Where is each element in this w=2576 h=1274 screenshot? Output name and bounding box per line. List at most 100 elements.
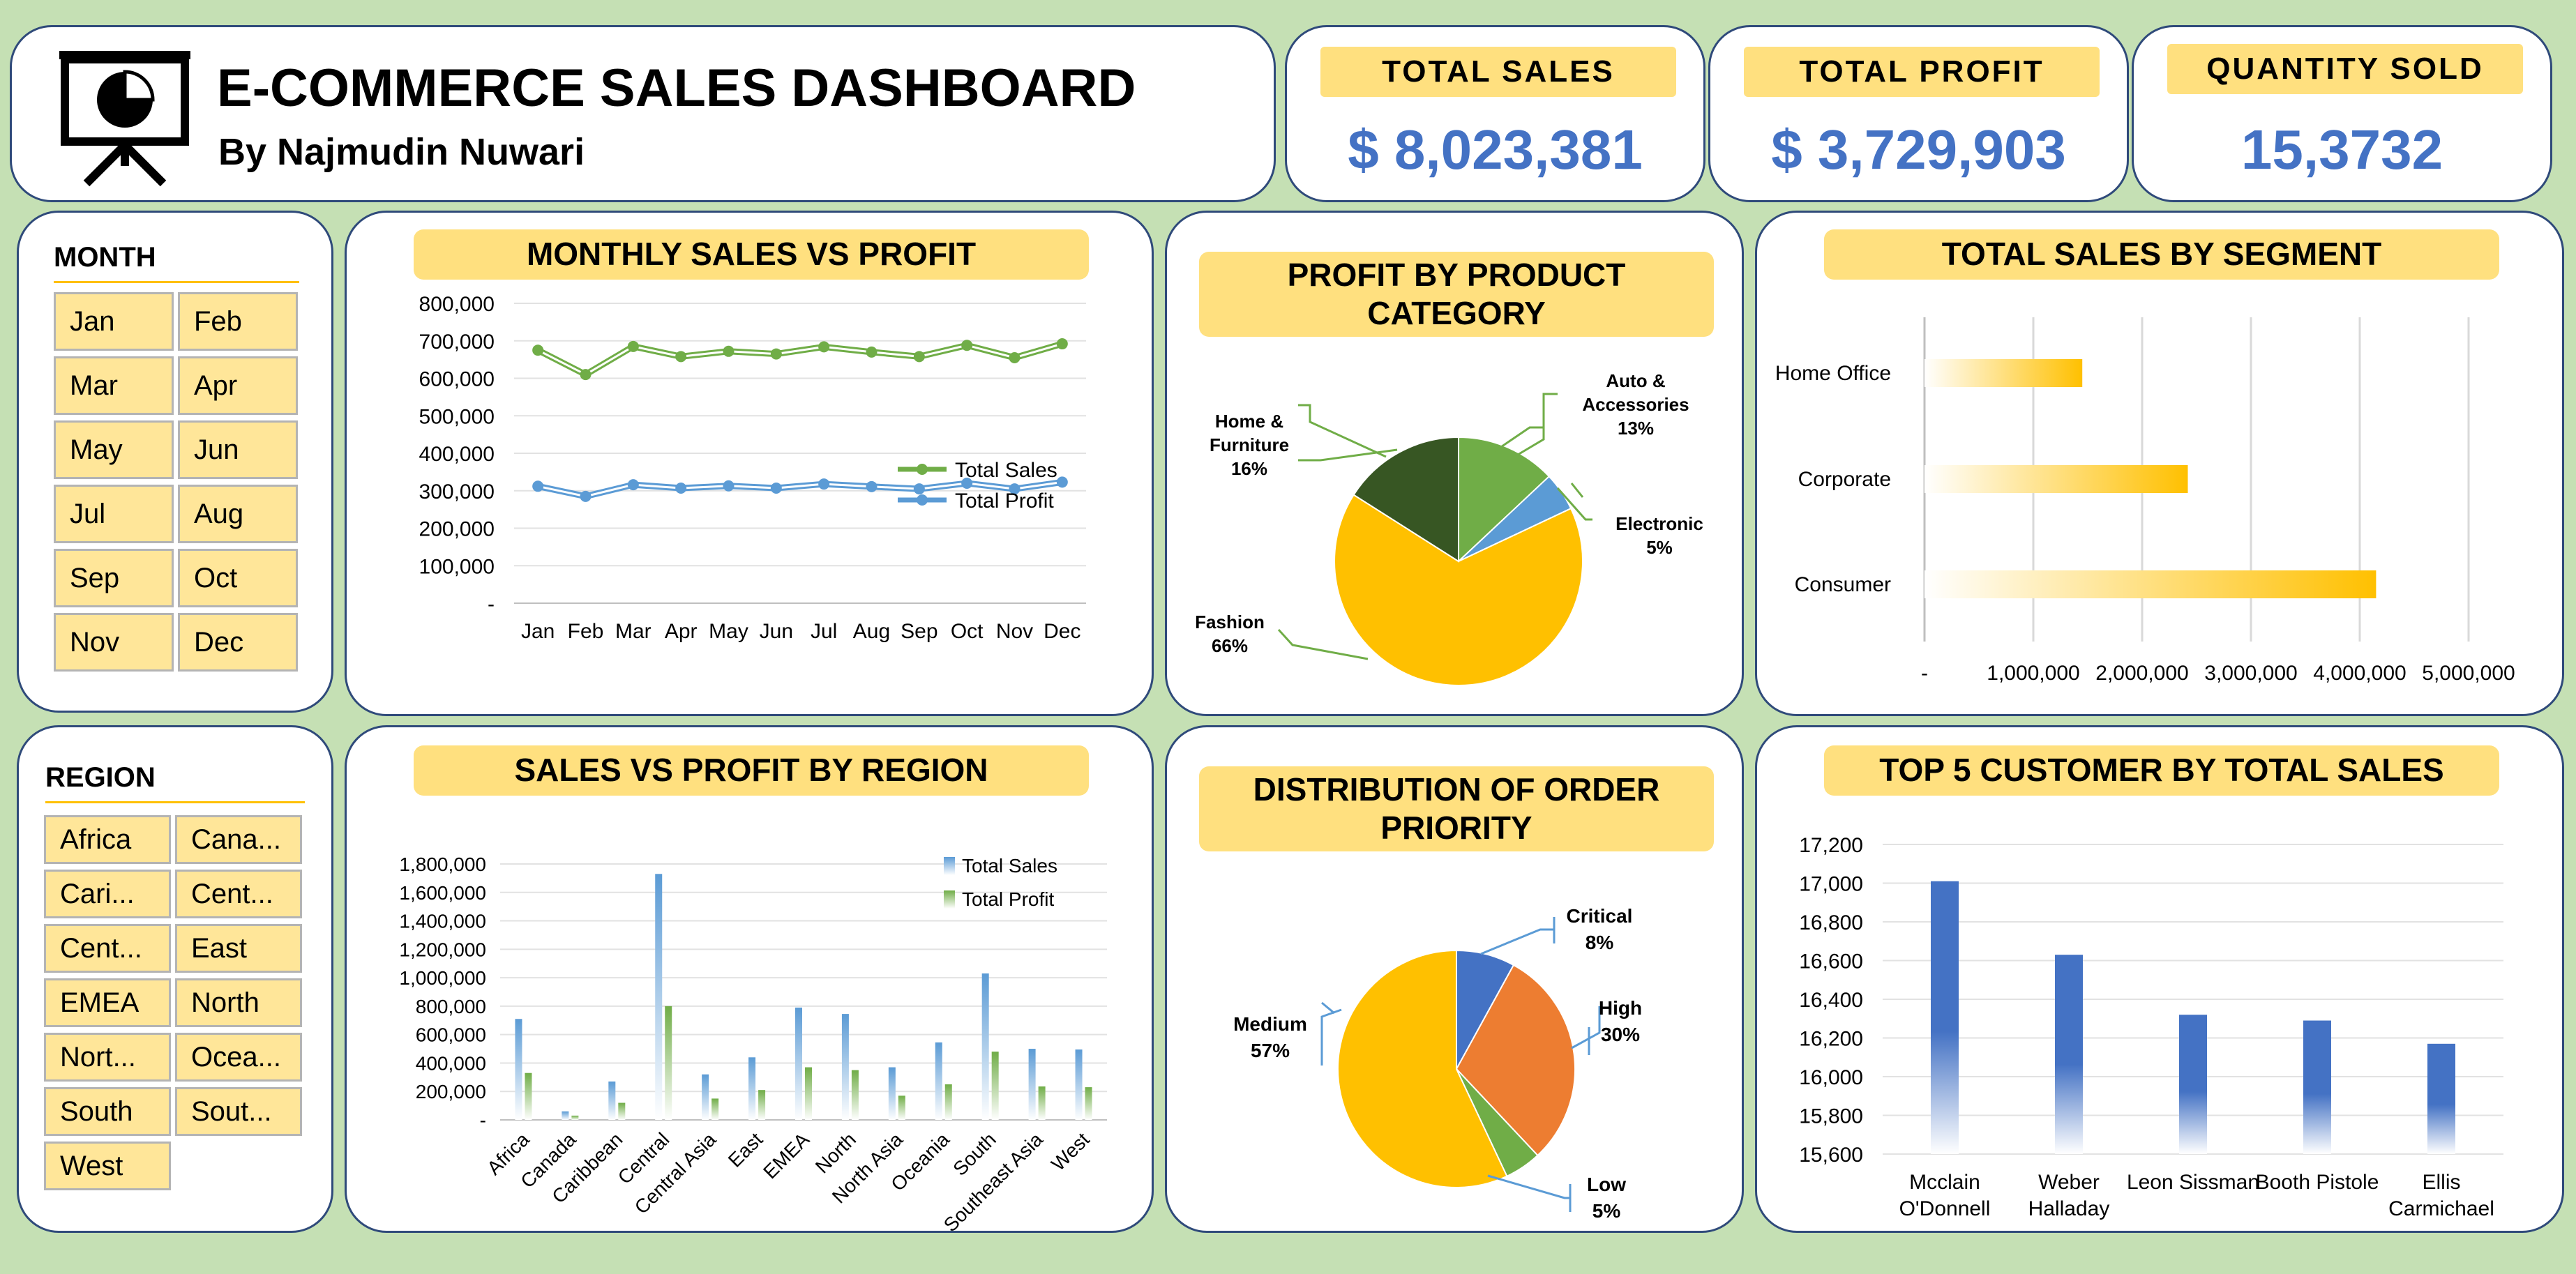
y-tick-label: 15,600 [1799,1144,1863,1167]
data-point [723,345,735,357]
kpi-total-sales-value: $ 8,023,381 [1348,119,1643,181]
segment-bar [1925,359,2083,387]
profit-bar [1038,1086,1046,1120]
sales-bar [702,1074,709,1120]
region-cent-button[interactable]: Cent... [44,924,171,973]
leader-line [1487,1174,1570,1199]
x-tick-label: Mar [615,620,651,643]
x-tick-label: Oct [951,620,984,643]
region-cari-button[interactable]: Cari... [44,870,171,918]
customer-bar [2055,955,2083,1154]
month-dec-button[interactable]: Dec [178,613,298,672]
category-label: Furniture [1210,434,1289,455]
profit-bar [851,1070,859,1120]
x-tick-label: Sep [901,620,937,643]
kpi-quantity-sold: QUANTITY SOLD 15,3732 [2132,25,2552,202]
month-nov-button[interactable]: Nov [54,613,174,672]
data-point [532,344,544,356]
category-chart-title: PROFIT BY PRODUCT CATEGORY [1199,252,1714,337]
monthly-chart-title: MONTHLY SALES VS PROFIT [414,229,1089,280]
legend-label: Total Sales [962,855,1057,877]
x-tick-label: 1,000,000 [1987,662,2079,685]
top-customers-chart: 17,200 17,000 16,800 16,600 16,400 16,200 16,0… [1799,834,2503,1220]
x-tick-label: West [1047,1128,1094,1175]
data-point [627,479,639,491]
leader-line [1570,483,1584,498]
category-label: 13% [1618,418,1654,439]
y-tick-label: 800,000 [416,996,486,1017]
y-tick-label: 16,600 [1799,950,1863,973]
y-tick-label: 300,000 [419,480,495,503]
legend-label: Total Profit [962,888,1054,910]
region-west-button[interactable]: West [44,1142,171,1190]
leader-line [1298,404,1387,458]
sales-bar [1028,1049,1036,1120]
data-point [1056,476,1068,488]
sales-bar [981,973,989,1120]
data-point [913,483,925,495]
month-feb-button[interactable]: Feb [178,292,298,351]
region-africa-button[interactable]: Africa [44,815,171,864]
profit-bar [571,1115,579,1120]
priority-chart-panel: DISTRIBUTION OF ORDER PRIORITY Critical 8… [1165,725,1744,1233]
region-sout-button[interactable]: Sout... [175,1087,302,1136]
region-south-button[interactable]: South [44,1087,171,1136]
region-ocea-button[interactable]: Ocea... [175,1033,302,1082]
region-east-button[interactable]: East [175,924,302,973]
region-cana-button[interactable]: Cana... [175,815,302,864]
y-tick-label: 17,200 [1799,834,1863,857]
data-point [770,482,782,494]
region-north-button[interactable]: North [175,978,302,1027]
segment-chart-title: TOTAL SALES BY SEGMENT [1824,229,2499,280]
y-tick-label: 600,000 [416,1024,486,1046]
x-tick-label: Aug [853,620,890,643]
y-tick-label: Corporate [1798,468,1891,491]
x-tick-label: O'Donnell [1899,1197,1991,1220]
y-tick-label: 1,200,000 [399,939,486,960]
data-point [675,482,687,494]
month-slicer-heading: MONTH [54,242,156,273]
data-point [532,480,544,492]
y-tick-label: Consumer [1795,573,1891,596]
y-tick-label: 100,000 [419,555,495,578]
data-point [580,369,592,381]
customer-bar [2179,1015,2207,1154]
sales-bar [748,1057,756,1120]
month-mar-button[interactable]: Mar [54,356,174,415]
x-tick-label: Ellis [2422,1171,2460,1194]
legend-swatch [944,857,955,875]
priority-label: 30% [1601,1024,1640,1045]
month-jun-button[interactable]: Jun [178,420,298,479]
leader-line [1321,1001,1335,1015]
y-tick-label: 16,800 [1799,911,1863,934]
legend-label: Total Profit [955,490,1054,513]
segment-bar [1925,570,2377,598]
month-slicer-divider [54,281,299,283]
y-tick-label: - [480,1109,486,1131]
month-apr-button[interactable]: Apr [178,356,298,415]
data-point [675,351,687,363]
month-sep-button[interactable]: Sep [54,549,174,607]
month-may-button[interactable]: May [54,420,174,479]
x-tick-label: EMEA [759,1128,813,1183]
data-point [818,341,830,353]
y-tick-label: 200,000 [419,518,495,541]
data-point [961,340,973,351]
priority-label: 57% [1251,1040,1290,1061]
y-tick-label: 15,800 [1799,1105,1863,1128]
data-point [818,478,830,490]
region-slicer-divider [45,801,305,803]
y-tick-label: 16,000 [1799,1066,1863,1089]
category-label: Fashion [1195,612,1265,632]
customers-chart-title: TOP 5 CUSTOMER BY TOTAL SALES [1824,745,2499,796]
month-oct-button[interactable]: Oct [178,549,298,607]
leader-line [1480,928,1554,955]
y-tick-label: 1,800,000 [399,854,486,875]
month-jan-button[interactable]: Jan [54,292,174,351]
region-emea-button[interactable]: EMEA [44,978,171,1027]
region-nort-button[interactable]: Nort... [44,1033,171,1082]
month-aug-button[interactable]: Aug [178,485,298,543]
month-jul-button[interactable]: Jul [54,485,174,543]
region-cent-button[interactable]: Cent... [175,870,302,918]
profit-bar [991,1052,999,1120]
